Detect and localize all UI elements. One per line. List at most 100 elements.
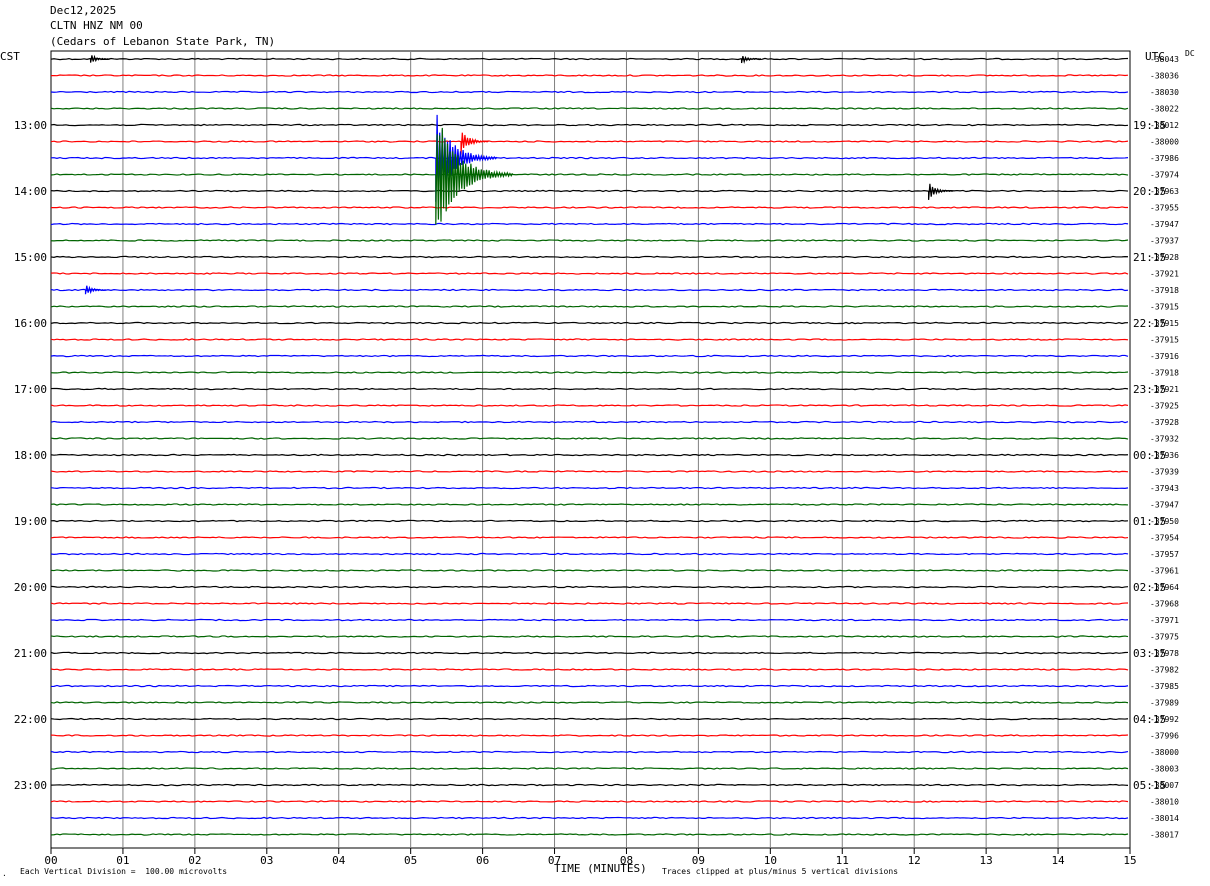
dc-offset-label: -38000: [1150, 748, 1179, 757]
seismic-trace: [50, 288, 1129, 292]
seismic-trace: [50, 651, 1129, 655]
right-hour-label: 23:15: [1133, 383, 1166, 396]
seismic-trace: [50, 420, 1129, 424]
seismic-trace: [50, 816, 1129, 820]
seismic-trace: [50, 354, 1129, 358]
dc-offset-label: -37974: [1150, 171, 1179, 180]
x-axis-label: TIME (MINUTES): [554, 862, 647, 875]
left-hour-label: 14:00: [14, 185, 47, 198]
right-hour-label: 02:15: [1133, 581, 1166, 594]
dc-offset-label: -37943: [1150, 484, 1179, 493]
right-hour-label: 21:15: [1133, 251, 1166, 264]
dc-offset-label: -37947: [1150, 220, 1179, 229]
right-hour-label: 03:15: [1133, 647, 1166, 660]
seismic-trace: [50, 173, 1129, 176]
seismic-trace: [50, 470, 1129, 473]
dc-offset-label: -38010: [1150, 798, 1179, 807]
seismic-trace: [50, 536, 1129, 539]
seismic-trace: [50, 569, 1129, 572]
right-hour-label: 22:15: [1133, 317, 1166, 330]
dc-offset-label: -37939: [1150, 468, 1179, 477]
dc-offset-label: -37918: [1150, 369, 1179, 378]
dc-offset-label: -37957: [1150, 550, 1179, 559]
dc-offset-label: -37915: [1150, 336, 1179, 345]
dc-offset-label: -38000: [1150, 138, 1179, 147]
seismic-trace: [50, 272, 1129, 275]
seismic-trace: [50, 74, 1129, 77]
x-tick-label: 01: [116, 854, 129, 867]
left-hour-label: 23:00: [14, 779, 47, 792]
x-tick-label: 02: [188, 854, 201, 867]
seismic-trace: [50, 519, 1129, 523]
dc-offset-label: -37915: [1150, 303, 1179, 312]
seismic-trace: [50, 453, 1129, 457]
x-tick-label: 13: [980, 854, 993, 867]
right-hour-label: 05:15: [1133, 779, 1166, 792]
x-tick-label: 00: [44, 854, 57, 867]
x-tick-label: 09: [692, 854, 705, 867]
right-hour-label: 04:15: [1133, 713, 1166, 726]
seismic-trace: [50, 140, 1129, 143]
left-hour-label: 15:00: [14, 251, 47, 264]
seismic-trace: [50, 767, 1129, 770]
dc-offset-label: -37954: [1150, 534, 1179, 543]
x-tick-label: 12: [908, 854, 921, 867]
dc-offset-label: -38043: [1150, 55, 1179, 64]
left-hour-label: 17:00: [14, 383, 47, 396]
seismic-event: [89, 54, 111, 63]
seismic-trace: [50, 734, 1129, 737]
seismic-trace: [50, 668, 1129, 671]
dc-offset-label: -37975: [1150, 633, 1179, 642]
seismic-trace: [50, 90, 1129, 94]
seismic-trace: [50, 684, 1129, 688]
seismic-trace: [50, 222, 1129, 226]
dc-offset-label: -38003: [1150, 765, 1179, 774]
right-hour-label: 19:15: [1133, 119, 1166, 132]
dc-offset-label: -37947: [1150, 501, 1179, 510]
dc-offset-label: -37925: [1150, 402, 1179, 411]
x-tick-label: 14: [1051, 854, 1065, 867]
dc-offset-label: -37955: [1150, 204, 1179, 213]
dc-offset-label: -37986: [1150, 154, 1179, 163]
seismic-trace: [50, 833, 1129, 836]
seismic-trace: [50, 255, 1129, 259]
dc-offset-label: -37937: [1150, 237, 1179, 246]
dc-offset-label: -38036: [1150, 72, 1179, 81]
seismic-trace: [50, 206, 1129, 209]
dc-offset-label: -37989: [1150, 699, 1179, 708]
seismic-trace: [50, 57, 1129, 61]
seismic-trace: [50, 701, 1129, 704]
x-tick-label: 15: [1123, 854, 1136, 867]
left-hour-label: 20:00: [14, 581, 47, 594]
seismic-trace: [50, 783, 1129, 787]
seismic-trace: [50, 618, 1129, 622]
seismic-event: [740, 55, 762, 64]
seismic-trace: [50, 371, 1129, 374]
vertical-division-note: Each Vertical Division = 100.00 microvol…: [20, 867, 228, 876]
dc-offset-label: -38022: [1150, 105, 1179, 114]
seismic-trace: [50, 189, 1129, 193]
dc-offset-label: -37918: [1150, 286, 1179, 295]
helicorder-plot: 00 01 02 03 04 05 06 07 08 09 10 11 12 13 14 15-38043-3…: [14, 50, 1179, 867]
dc-offset-label: -37916: [1150, 352, 1179, 361]
right-hour-label: 00:15: [1133, 449, 1166, 462]
x-tick-label: 03: [260, 854, 273, 867]
left-hour-label: 18:00: [14, 449, 47, 462]
plot-frame: [50, 50, 1131, 849]
corner-mark: .: [2, 869, 7, 878]
x-tick-label: 04: [332, 854, 346, 867]
x-tick-label: 11: [836, 854, 849, 867]
seismic-trace: [50, 321, 1129, 325]
dc-offset-label: -37932: [1150, 435, 1179, 444]
left-hour-label: 22:00: [14, 713, 47, 726]
dc-offset-label: -37968: [1150, 600, 1179, 609]
right-hour-label: 01:15: [1133, 515, 1166, 528]
x-tick-label: 06: [476, 854, 489, 867]
dc-offset-label: -37928: [1150, 418, 1179, 427]
seismic-trace: [50, 635, 1129, 638]
dc-offset-label: -38030: [1150, 88, 1179, 97]
dc-offset-label: -37985: [1150, 682, 1179, 691]
seismic-trace: [50, 387, 1129, 391]
seismic-trace: [50, 717, 1129, 721]
left-hour-label: 21:00: [14, 647, 47, 660]
